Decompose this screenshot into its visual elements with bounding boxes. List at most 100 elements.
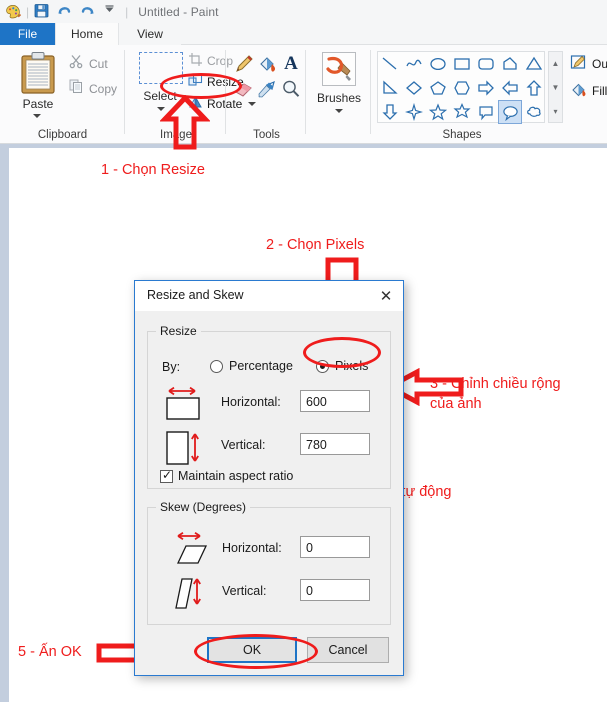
- resize-vertical-input[interactable]: 780: [300, 433, 370, 455]
- dialog-title: Resize and Skew: [147, 288, 244, 302]
- resize-vertical-label: Vertical:: [221, 438, 266, 452]
- group-label-shapes: Shapes: [442, 129, 482, 141]
- shape-four-point-star[interactable]: [402, 100, 426, 124]
- shapes-scroll-up-icon[interactable]: ▲: [549, 52, 562, 74]
- brushes-button-label[interactable]: Brushes: [307, 91, 371, 105]
- annotation-step-5: 5 - Ấn OK: [18, 644, 82, 660]
- copy-button[interactable]: Copy: [68, 78, 117, 99]
- cancel-button[interactable]: Cancel: [307, 637, 389, 663]
- undo-icon[interactable]: [56, 2, 75, 21]
- shape-right-arrow[interactable]: [474, 76, 498, 100]
- vertical-skew-glyph-icon: [166, 573, 210, 618]
- skew-vertical-label: Vertical:: [222, 584, 267, 598]
- shape-rectangle[interactable]: [450, 52, 474, 76]
- group-divider-4: [370, 50, 371, 134]
- shape-hexagon[interactable]: [450, 76, 474, 100]
- shape-right-triangle[interactable]: [378, 76, 402, 100]
- fill-button[interactable]: Fill: [570, 81, 607, 101]
- shape-down-arrow[interactable]: [378, 100, 402, 124]
- customize-qat-icon[interactable]: [102, 2, 121, 21]
- skew-horizontal-label: Horizontal:: [222, 541, 282, 555]
- annotation-step-2: 2 - Chọn Pixels: [266, 237, 365, 253]
- shapes-gallery-scrollbar[interactable]: ▲ ▼ ▾: [548, 51, 563, 123]
- percentage-label: Percentage: [229, 359, 293, 373]
- crop-icon: [188, 52, 203, 70]
- resize-horizontal-label: Horizontal:: [221, 395, 281, 409]
- titlebar-divider-2: |: [125, 4, 129, 19]
- text-icon[interactable]: A: [280, 53, 302, 75]
- ribbon-group-shapes: ▲ ▼ ▾ Outline Fill: [372, 45, 607, 144]
- shape-curve[interactable]: [402, 52, 426, 76]
- skew-vertical-input[interactable]: 0: [300, 579, 370, 601]
- outline-button[interactable]: Outline: [570, 54, 607, 74]
- shape-triangle[interactable]: [522, 52, 546, 76]
- color-picker-icon[interactable]: [256, 78, 278, 100]
- group-divider-3: [305, 50, 306, 134]
- skew-horizontal-input[interactable]: 0: [300, 536, 370, 558]
- save-icon[interactable]: [33, 2, 52, 21]
- tab-view[interactable]: View: [119, 23, 181, 45]
- horizontal-skew-glyph-icon: [166, 530, 210, 573]
- shape-diamond[interactable]: [402, 76, 426, 100]
- copy-label: Copy: [89, 81, 118, 96]
- group-label-clipboard: Clipboard: [37, 129, 88, 141]
- checkbox-icon[interactable]: [160, 468, 173, 483]
- fill-icon: [570, 81, 587, 101]
- copy-icon: [68, 78, 84, 99]
- group-divider-1: [124, 50, 125, 134]
- shape-five-point-star[interactable]: [426, 100, 450, 124]
- annotation-ellipse-pixels: [303, 337, 381, 368]
- paste-clipboard-icon[interactable]: [18, 51, 58, 95]
- ribbon-tab-strip: File Home View: [0, 23, 607, 45]
- cut-label: Cut: [89, 56, 108, 71]
- shape-line[interactable]: [378, 52, 402, 76]
- annotation-step-1: 1 - Chọn Resize: [101, 162, 205, 178]
- redo-icon[interactable]: [79, 2, 98, 21]
- horizontal-resize-glyph-icon: [162, 385, 206, 426]
- by-label: By:: [162, 360, 181, 374]
- scissors-icon: [68, 53, 84, 74]
- shape-polygon[interactable]: [498, 52, 522, 76]
- ribbon: Paste Cut Copy Clipboard Select Crop Ima…: [0, 45, 607, 144]
- maintain-aspect-ratio-checkbox[interactable]: Maintain aspect ratio: [160, 468, 293, 483]
- tab-home[interactable]: Home: [55, 23, 119, 45]
- shape-left-arrow[interactable]: [498, 76, 522, 100]
- magnifier-icon[interactable]: [280, 78, 302, 100]
- ribbon-group-brushes: Brushes: [307, 45, 371, 144]
- resize-horizontal-input[interactable]: 600: [300, 390, 370, 412]
- titlebar-divider-1: |: [26, 4, 30, 19]
- shape-oval[interactable]: [426, 52, 450, 76]
- ribbon-group-tools: A Tools: [227, 45, 306, 144]
- dialog-title-bar[interactable]: Resize and Skew ✕: [135, 281, 403, 311]
- paste-button-label[interactable]: Paste: [8, 97, 68, 111]
- shapes-gallery[interactable]: [377, 51, 546, 124]
- tab-file[interactable]: File: [0, 23, 55, 45]
- skew-section-legend: Skew (Degrees): [156, 500, 251, 514]
- brushes-icon[interactable]: [322, 52, 356, 86]
- percentage-radio[interactable]: Percentage: [210, 359, 293, 373]
- pencil-icon[interactable]: [233, 53, 255, 75]
- brushes-dropdown-caret-icon[interactable]: [335, 109, 343, 113]
- fill-label: Fill: [592, 84, 607, 98]
- outline-label: Outline: [592, 57, 607, 71]
- window-title: Untitled - Paint: [138, 4, 219, 19]
- paste-dropdown-caret-icon[interactable]: [33, 114, 41, 118]
- shape-oval-callout[interactable]: [498, 100, 522, 124]
- shapes-expand-icon[interactable]: ▾: [549, 100, 562, 122]
- annotation-ellipse-ok: [194, 634, 318, 669]
- close-icon[interactable]: ✕: [375, 286, 397, 306]
- shape-cloud-callout[interactable]: [522, 100, 546, 124]
- shape-rounded-rectangle[interactable]: [474, 52, 498, 76]
- ribbon-group-clipboard: Paste Cut Copy Clipboard: [0, 45, 125, 144]
- paint-palette-icon[interactable]: [4, 3, 22, 21]
- shapes-scroll-down-icon[interactable]: ▼: [549, 76, 562, 98]
- cut-button[interactable]: Cut: [68, 53, 108, 74]
- annotation-arrow-up-resize: [159, 94, 211, 150]
- radio-percentage-icon[interactable]: [210, 359, 223, 373]
- shape-rounded-rectangular-callout[interactable]: [474, 100, 498, 124]
- shape-up-arrow[interactable]: [522, 76, 546, 100]
- fill-with-color-icon[interactable]: [256, 53, 278, 75]
- shape-six-point-star[interactable]: [450, 100, 474, 124]
- outline-icon: [570, 54, 587, 74]
- shape-pentagon[interactable]: [426, 76, 450, 100]
